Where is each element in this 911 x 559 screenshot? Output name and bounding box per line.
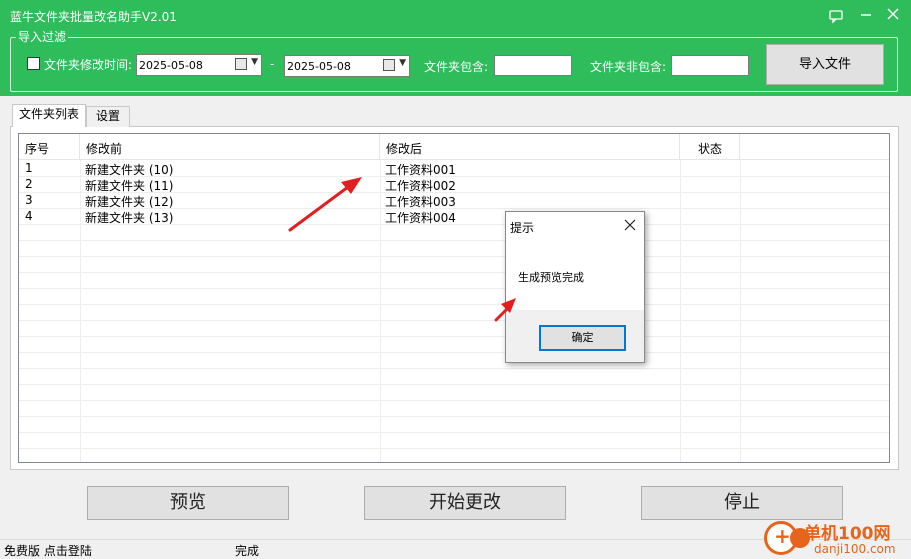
start-rename-button[interactable]: 开始更改 — [364, 486, 566, 520]
watermark-title: 单机100网 — [804, 524, 891, 544]
date-separator: - — [270, 57, 275, 71]
include-label: 文件夹包含: — [424, 60, 489, 74]
row-after: 工作资料001 — [385, 163, 456, 177]
dialog-message: 生成预览完成 — [518, 271, 584, 284]
stop-button[interactable]: 停止 — [641, 486, 843, 520]
grid-line — [19, 400, 889, 401]
process-status: 完成 — [235, 544, 260, 558]
window-title: 蓝牛文件夹批量改名助手V2.01 — [10, 10, 177, 24]
row-after: 工作资料003 — [385, 195, 456, 209]
grid-line — [380, 160, 381, 462]
column-header-filler — [740, 134, 889, 160]
row-before: 新建文件夹 (13) — [85, 211, 174, 225]
date-to-picker[interactable]: 2025-05-08 ▼ — [284, 55, 410, 77]
dialog-close-icon[interactable] — [622, 216, 638, 235]
login-status-link[interactable]: 免费版 点击登陆 — [4, 542, 92, 559]
import-files-button[interactable]: 导入文件 — [766, 44, 884, 85]
row-before: 新建文件夹 (11) — [85, 179, 174, 193]
grid-line — [19, 368, 889, 369]
row-index: 4 — [25, 209, 33, 223]
grid-line — [19, 416, 889, 417]
grid-line — [740, 160, 741, 462]
grid-line — [19, 272, 889, 273]
date-to-value: 2025-05-08 — [287, 60, 351, 73]
row-before: 新建文件夹 (12) — [85, 195, 174, 209]
calendar-icon — [235, 58, 247, 70]
tab-folder-list[interactable]: 文件夹列表 — [12, 104, 86, 127]
tab-settings[interactable]: 设置 — [86, 106, 130, 127]
grid-line — [19, 320, 889, 321]
grid-line — [19, 288, 889, 289]
minimize-icon[interactable] — [856, 6, 876, 26]
date-from-value: 2025-05-08 — [139, 59, 203, 72]
chevron-down-icon: ▼ — [251, 57, 258, 67]
row-before: 新建文件夹 (10) — [85, 163, 174, 177]
date-from-picker[interactable]: 2025-05-08 ▼ — [136, 54, 262, 76]
dialog-ok-button[interactable]: 确定 — [539, 325, 626, 351]
row-after: 工作资料002 — [385, 179, 456, 193]
grid-line — [19, 256, 889, 257]
preview-button[interactable]: 预览 — [87, 486, 289, 520]
grid-line — [19, 384, 889, 385]
exclude-label: 文件夹非包含: — [590, 60, 667, 74]
grid-line — [680, 160, 681, 462]
close-icon[interactable] — [883, 6, 903, 26]
watermark-url: danji100.com — [814, 542, 896, 556]
feedback-icon[interactable] — [826, 6, 846, 26]
column-header-after[interactable]: 修改后 — [380, 134, 680, 160]
column-header-before[interactable]: 修改前 — [80, 134, 380, 160]
info-dialog: 提示 生成预览完成 确定 — [505, 211, 645, 363]
dialog-title: 提示 — [510, 221, 535, 235]
row-index: 2 — [25, 177, 33, 191]
grid-line — [19, 448, 889, 449]
grid-line — [19, 336, 889, 337]
column-header-index[interactable]: 序号 — [19, 134, 80, 160]
row-after: 工作资料004 — [385, 211, 456, 225]
grid-line — [80, 160, 81, 462]
row-index: 3 — [25, 193, 33, 207]
grid-line — [19, 240, 889, 241]
folder-list-view[interactable]: 序号 修改前 修改后 状态 1 新建文件夹 (10) 工作资料001 2 新建文… — [18, 133, 890, 463]
include-input[interactable] — [494, 55, 572, 76]
site-watermark: + 单机100网 danji100.com — [762, 518, 911, 559]
grid-line — [19, 352, 889, 353]
calendar-icon — [383, 59, 395, 71]
grid-line — [19, 432, 889, 433]
modify-time-label: 文件夹修改时间: — [44, 58, 133, 72]
exclude-input[interactable] — [671, 55, 749, 76]
chevron-down-icon: ▼ — [399, 58, 406, 68]
modify-time-checkbox[interactable] — [27, 57, 40, 70]
filter-group-title: 导入过滤 — [16, 28, 69, 45]
grid-line — [19, 304, 889, 305]
row-index: 1 — [25, 161, 33, 175]
column-header-status[interactable]: 状态 — [680, 134, 740, 160]
